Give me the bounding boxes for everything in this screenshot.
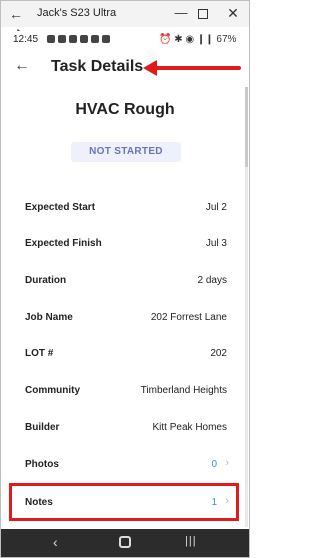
recent-apps-icon[interactable]: ||| (185, 535, 197, 547)
scrollbar-thumb[interactable] (245, 87, 248, 167)
close-icon[interactable]: ✕ (225, 5, 241, 21)
row-label: Photos (25, 459, 59, 470)
notification-icon (80, 35, 88, 43)
chevron-right-icon: › (225, 457, 229, 469)
status-bar: 12:45 ⏰ ✱ ◉ ❙❙ 67% (1, 31, 249, 49)
notification-icon (58, 35, 66, 43)
navigation-bar: ‹ ||| (1, 529, 249, 557)
detail-row-expected-start: Expected Start Jul 2 (1, 191, 249, 227)
row-value: Kitt Peak Homes (152, 422, 227, 433)
detail-row-community: Community Timberland Heights (1, 374, 249, 410)
detail-row-lot: LOT # 202 (1, 337, 249, 373)
task-name: HVAC Rough (75, 101, 175, 118)
system-status-icons: ⏰ ✱ ◉ ❙❙ 67% (159, 34, 237, 45)
notification-icon (91, 35, 99, 43)
notification-icon (47, 35, 55, 43)
notification-icon (102, 35, 110, 43)
detail-row-expected-finish: Expected Finish Jul 3 (1, 227, 249, 263)
row-value: Timberland Heights (140, 385, 227, 396)
page-title: Task Details (51, 58, 144, 75)
row-label: Expected Start (25, 202, 96, 213)
row-label: Job Name (25, 312, 73, 323)
row-label: Community (25, 385, 80, 396)
photos-count-link[interactable]: 0 (211, 459, 217, 470)
app-window: ← Jack's S23 Ultra — ✕ 12:45 ⏰ ✱ ◉ ❙❙ 67… (0, 0, 250, 558)
detail-row-photos[interactable]: Photos 0 › (1, 448, 249, 484)
window-back-icon[interactable]: ← (9, 5, 27, 23)
nav-back-icon[interactable]: ‹ (53, 534, 58, 550)
home-icon[interactable] (119, 536, 131, 548)
status-time: 12:45 (13, 34, 39, 45)
row-label: Builder (25, 422, 60, 433)
row-value: Jul 3 (205, 238, 227, 249)
annotation-highlight-box (9, 483, 239, 521)
row-value: Jul 2 (205, 202, 227, 213)
annotation-arrow-icon (143, 60, 241, 76)
maximize-icon[interactable] (198, 9, 208, 19)
row-label: Duration (25, 275, 67, 286)
row-label: LOT # (25, 348, 54, 359)
detail-row-duration: Duration 2 days (1, 264, 249, 300)
window-title: Jack's S23 Ultra (37, 7, 117, 19)
row-value: 202 (210, 348, 227, 359)
notification-icon (69, 35, 77, 43)
row-label: Expected Finish (25, 238, 102, 249)
status-badge: NOT STARTED (71, 142, 181, 162)
window-titlebar: ← Jack's S23 Ultra — ✕ (1, 1, 249, 27)
back-arrow-icon[interactable]: ← (14, 57, 30, 75)
minimize-icon[interactable]: — (173, 5, 189, 21)
detail-row-job-name: Job Name 202 Forrest Lane (1, 301, 249, 337)
notification-icons (47, 35, 110, 45)
detail-row-builder: Builder Kitt Peak Homes (1, 411, 249, 447)
row-value: 2 days (197, 275, 227, 286)
row-value: 202 Forrest Lane (150, 312, 227, 323)
